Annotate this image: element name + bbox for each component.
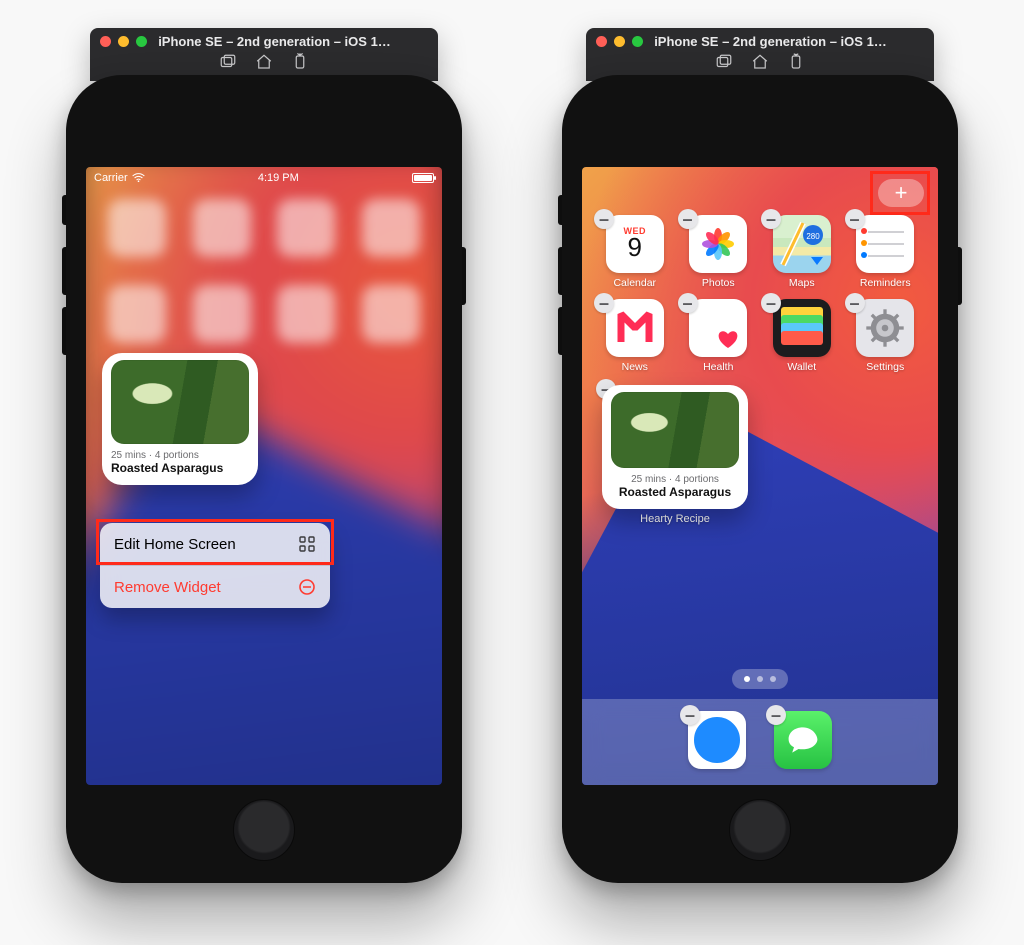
rotate-icon[interactable] [291, 53, 309, 76]
app-label: Settings [851, 361, 921, 373]
calendar-day: 9 [628, 232, 642, 263]
home-button[interactable] [233, 799, 295, 861]
app-health[interactable]: – Health [684, 299, 754, 373]
app-photos[interactable]: – Photos [684, 215, 754, 289]
app-settings[interactable]: – Settings [851, 299, 921, 373]
simulator-left: iPhone SE – 2nd generation – iOS 1… [66, 28, 462, 883]
blurred-home-icons [104, 199, 424, 343]
wallet-icon [773, 299, 831, 357]
volume-down [62, 307, 66, 355]
app-label: Maps [767, 277, 837, 289]
phone-frame: + WED 9 – Calendar [562, 75, 958, 883]
app-wallet[interactable]: – Wallet [767, 299, 837, 373]
window-titlebar: iPhone SE – 2nd generation – iOS 1… [90, 28, 438, 81]
power-button [462, 247, 466, 305]
home-icon[interactable] [751, 53, 769, 76]
home-icon[interactable] [255, 53, 273, 76]
volume-up [558, 247, 562, 295]
page-dot [757, 676, 763, 682]
minus-circle-icon [298, 578, 316, 596]
widget-image [111, 360, 249, 444]
clock: 4:19 PM [145, 172, 412, 184]
app-grid: WED 9 – Calendar [600, 215, 920, 373]
widget-title: Roasted Asparagus [111, 461, 249, 475]
app-label: Wallet [767, 361, 837, 373]
app-label: News [600, 361, 670, 373]
remove-app-icon[interactable]: – [594, 209, 614, 229]
plus-icon: + [895, 180, 908, 206]
phone-frame: Carrier 4:19 PM [66, 75, 462, 883]
phone-screen-right: + WED 9 – Calendar [582, 167, 938, 785]
remove-app-icon[interactable]: – [761, 293, 781, 313]
apps-grid-icon [298, 535, 316, 553]
menu-item-label: Edit Home Screen [114, 536, 236, 553]
wifi-icon [132, 173, 145, 183]
app-messages[interactable]: – [772, 711, 834, 773]
carrier-label: Carrier [94, 172, 128, 184]
widget-caption: Hearty Recipe [602, 513, 748, 525]
remove-app-icon[interactable]: – [678, 209, 698, 229]
app-label: Calendar [600, 277, 670, 289]
remove-app-icon[interactable]: – [678, 293, 698, 313]
app-safari[interactable]: – [686, 711, 748, 773]
remove-app-icon[interactable]: – [845, 293, 865, 313]
remove-app-icon[interactable]: – [680, 705, 700, 725]
remove-widget-item[interactable]: Remove Widget [100, 565, 330, 608]
app-label: Photos [684, 277, 754, 289]
news-icon [606, 299, 664, 357]
settings-icon [856, 299, 914, 357]
page-dot [770, 676, 776, 682]
app-reminders[interactable]: – Reminders [851, 215, 921, 289]
svg-text:280: 280 [806, 232, 820, 241]
window-titlebar: iPhone SE – 2nd generation – iOS 1… [586, 28, 934, 81]
remove-app-icon[interactable]: – [766, 705, 786, 725]
health-icon [689, 299, 747, 357]
app-news[interactable]: – News [600, 299, 670, 373]
maps-icon: 280 [773, 215, 831, 273]
app-calendar[interactable]: WED 9 – Calendar [600, 215, 670, 289]
remove-app-icon[interactable]: – [845, 209, 865, 229]
remove-app-icon[interactable]: – [594, 293, 614, 313]
window-title: iPhone SE – 2nd generation – iOS 1… [121, 34, 428, 49]
photos-icon [700, 226, 736, 262]
page-dot [744, 676, 750, 682]
app-label: Reminders [851, 277, 921, 289]
volume-up [62, 247, 66, 295]
add-widget-button[interactable]: + [878, 179, 924, 207]
phone-screen-left: Carrier 4:19 PM [86, 167, 442, 785]
reminders-icon [856, 215, 914, 273]
power-button [958, 247, 962, 305]
volume-down [558, 307, 562, 355]
screenshot-icon[interactable] [219, 53, 237, 76]
widget-preview-card[interactable]: 25 mins · 4 portions Roasted Asparagus [102, 353, 258, 485]
edit-home-screen-item[interactable]: Edit Home Screen [100, 523, 330, 565]
simulator-right: iPhone SE – 2nd generation – iOS 1… [562, 28, 958, 883]
widget-on-home[interactable]: – 25 mins · 4 portions Roasted Asparagus… [602, 385, 748, 525]
widget-image [611, 392, 739, 468]
widget-subtitle: 25 mins · 4 portions [611, 474, 739, 485]
close-window-icon[interactable] [596, 36, 607, 47]
widget-subtitle: 25 mins · 4 portions [111, 450, 249, 461]
app-maps[interactable]: 280 – Maps [767, 215, 837, 289]
rotate-icon[interactable] [787, 53, 805, 76]
widget-title: Roasted Asparagus [611, 485, 739, 499]
screenshot-icon[interactable] [715, 53, 733, 76]
remove-app-icon[interactable]: – [761, 209, 781, 229]
app-label: Health [684, 361, 754, 373]
page-indicator[interactable] [732, 669, 788, 689]
close-window-icon[interactable] [100, 36, 111, 47]
home-button[interactable] [729, 799, 791, 861]
mute-switch [558, 195, 562, 225]
context-menu: Edit Home Screen Remove Widget [100, 523, 330, 608]
status-bar: Carrier 4:19 PM [86, 167, 442, 187]
battery-icon [412, 173, 434, 183]
mute-switch [62, 195, 66, 225]
menu-item-label: Remove Widget [114, 579, 221, 596]
window-title: iPhone SE – 2nd generation – iOS 1… [617, 34, 924, 49]
dock: – – [582, 699, 938, 785]
